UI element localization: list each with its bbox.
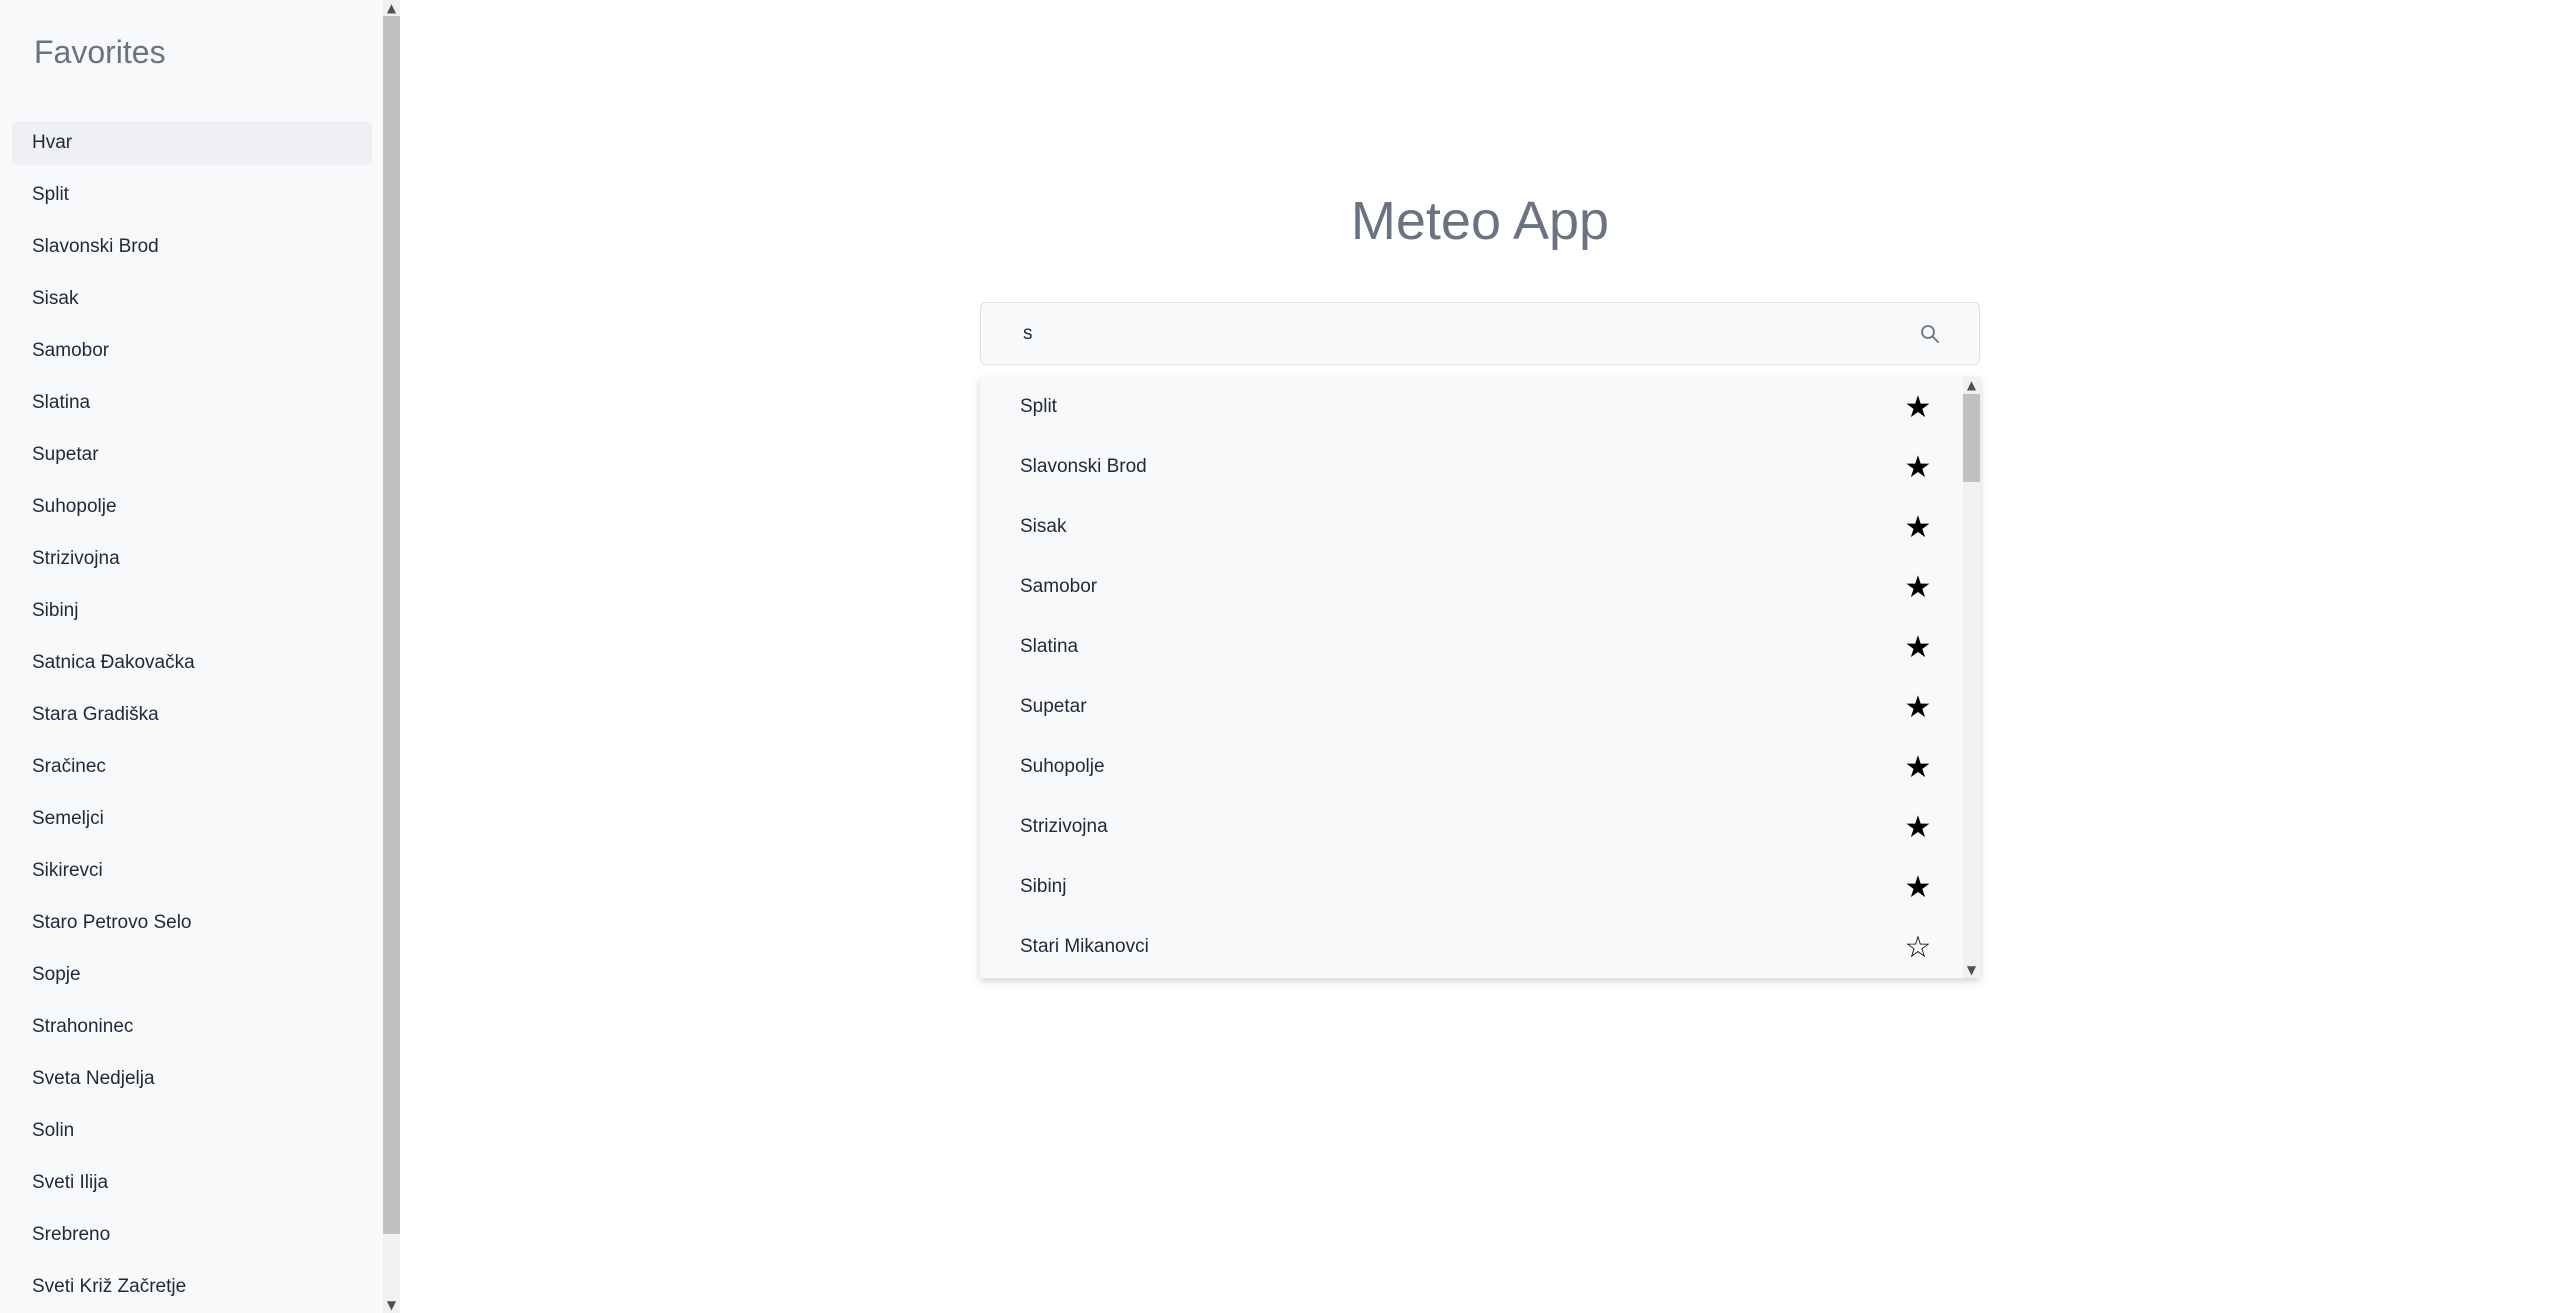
sidebar-item-slavonski-brod[interactable]: Slavonski Brod — [12, 225, 372, 269]
sidebar-title: Favorites — [34, 34, 166, 70]
sidebar-item-sikirevci[interactable]: Sikirevci — [12, 849, 372, 893]
app-title: Meteo App — [1350, 191, 1610, 251]
search-results-dropdown: Split ★ Slavonski Brod ★ Sisak ★ Samobor ★ Slati… — [980, 377, 1980, 978]
star-outline-icon[interactable]: ☆ — [1903, 930, 1933, 965]
result-item[interactable]: Slatina ★ — [980, 617, 1963, 677]
star-filled-icon[interactable]: ★ — [1903, 450, 1933, 485]
sidebar-item-suhopolje[interactable]: Suhopolje — [12, 485, 372, 529]
sidebar-item-sveta-nedjelja[interactable]: Sveta Nedjelja — [12, 1057, 372, 1101]
star-filled-icon[interactable]: ★ — [1903, 390, 1933, 425]
result-item[interactable]: Suhopolje ★ — [980, 737, 1963, 797]
star-filled-icon[interactable]: ★ — [1903, 750, 1933, 785]
result-item[interactable]: Slavonski Brod ★ — [980, 437, 1963, 497]
sidebar-item-strahoninec[interactable]: Strahoninec — [12, 1005, 372, 1049]
results-scroll-up-icon[interactable]: ▲ — [1963, 377, 1980, 393]
star-filled-icon[interactable]: ★ — [1903, 570, 1933, 605]
sidebar-item-strizivojna[interactable]: Strizivojna — [12, 537, 372, 581]
sidebar-item-samobor[interactable]: Samobor — [12, 329, 372, 373]
favorites-sidebar: Favorites Hvar Split Slavonski Brod Sisak Sa… — [0, 0, 400, 1313]
sidebar-item-satnica-akova-ka[interactable]: Satnica Đakovačka — [12, 641, 372, 685]
sidebar-item-supetar[interactable]: Supetar — [12, 433, 372, 477]
sidebar-scroll-up-icon[interactable]: ▲ — [383, 0, 400, 16]
sidebar-item-hvar[interactable]: Hvar — [12, 121, 372, 165]
sidebar-item-slatina[interactable]: Slatina — [12, 381, 372, 425]
results-scroll-down-icon[interactable]: ▼ — [1963, 962, 1980, 978]
search-box[interactable] — [980, 302, 1980, 365]
sidebar-item-stara-gradi-ka[interactable]: Stara Gradiška — [12, 693, 372, 737]
result-label: Supetar — [1020, 696, 1087, 717]
search-icon[interactable] — [1919, 323, 1941, 345]
result-label: Slatina — [1020, 636, 1079, 657]
result-item[interactable]: Split ★ — [980, 377, 1963, 437]
star-filled-icon[interactable]: ★ — [1903, 870, 1933, 905]
result-label: Suhopolje — [1020, 756, 1105, 777]
result-label: Sisak — [1020, 516, 1067, 537]
result-label: Sibinj — [1020, 876, 1067, 897]
sidebar-item-solin[interactable]: Solin — [12, 1109, 372, 1153]
result-item[interactable]: Stari Mikanovci ☆ — [980, 917, 1963, 977]
star-filled-icon[interactable]: ★ — [1903, 690, 1933, 725]
search-input[interactable] — [1021, 303, 1901, 364]
result-label: Split — [1020, 396, 1057, 417]
sidebar-item-staro-petrovo-selo[interactable]: Staro Petrovo Selo — [12, 901, 372, 945]
sidebar-item-srebreno[interactable]: Srebreno — [12, 1213, 372, 1257]
sidebar-item-sibinj[interactable]: Sibinj — [12, 589, 372, 633]
result-label: Samobor — [1020, 576, 1098, 597]
sidebar-item-sisak[interactable]: Sisak — [12, 277, 372, 321]
result-item[interactable]: Supetar ★ — [980, 677, 1963, 737]
sidebar-item-sveti-kri-za-retje[interactable]: Sveti Križ Začretje — [12, 1265, 372, 1309]
sidebar-scrollbar-thumb[interactable] — [383, 16, 400, 1234]
favorites-list: Hvar Split Slavonski Brod Sisak Samobor Slati… — [12, 121, 372, 1313]
search-results-list: Split ★ Slavonski Brod ★ Sisak ★ Samobor ★ Slati… — [980, 377, 1963, 977]
star-filled-icon[interactable]: ★ — [1903, 510, 1933, 545]
sidebar-item-sopje[interactable]: Sopje — [12, 953, 372, 997]
sidebar-item-split[interactable]: Split — [12, 173, 372, 217]
result-label: Slavonski Brod — [1020, 456, 1147, 477]
sidebar-item-sra-inec[interactable]: Sračinec — [12, 745, 372, 789]
result-label: Strizivojna — [1020, 816, 1108, 837]
result-label: Stari Mikanovci — [1020, 936, 1149, 957]
star-filled-icon[interactable]: ★ — [1903, 810, 1933, 845]
star-filled-icon[interactable]: ★ — [1903, 630, 1933, 665]
result-item[interactable]: Samobor ★ — [980, 557, 1963, 617]
sidebar-item-sveti-ilija[interactable]: Sveti Ilija — [12, 1161, 372, 1205]
result-item[interactable]: Strizivojna ★ — [980, 797, 1963, 857]
sidebar-item-semeljci[interactable]: Semeljci — [12, 797, 372, 841]
result-item[interactable]: Sisak ★ — [980, 497, 1963, 557]
result-item[interactable]: Sibinj ★ — [980, 857, 1963, 917]
sidebar-scroll-down-icon[interactable]: ▼ — [383, 1297, 400, 1313]
results-scrollbar-thumb[interactable] — [1963, 394, 1980, 482]
